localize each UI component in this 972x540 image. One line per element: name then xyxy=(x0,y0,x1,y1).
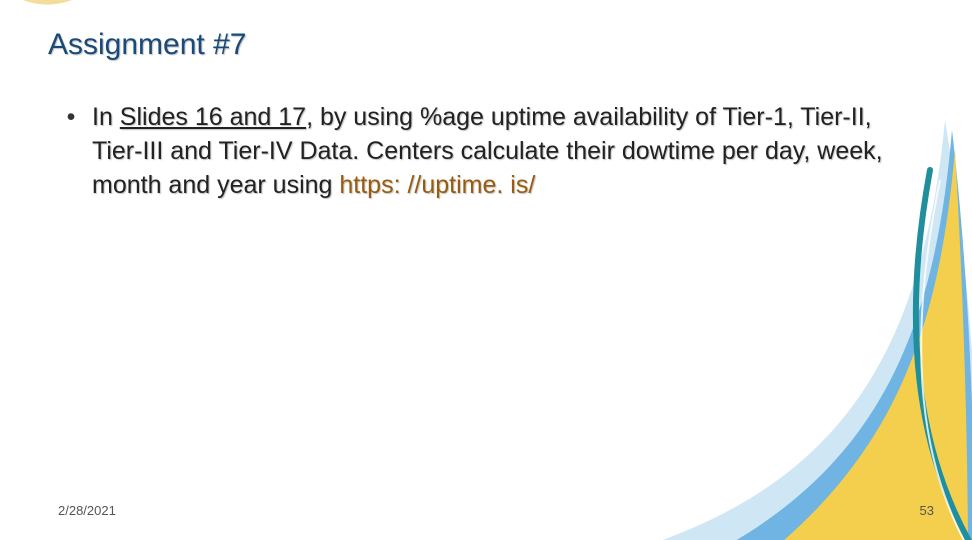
slide-title: Assignment #7 xyxy=(48,28,246,62)
bullet-text: In Slides 16 and 17, by using %age uptim… xyxy=(92,100,902,202)
bullet-underlined: Slides 16 and 17 xyxy=(120,103,306,131)
decorative-swoosh xyxy=(0,0,972,540)
slide-body: • In Slides 16 and 17, by using %age upt… xyxy=(60,100,902,202)
footer-page-number: 53 xyxy=(920,503,934,518)
bullet-lead: In xyxy=(92,103,120,131)
bullet-link: https: //uptime. is/ xyxy=(339,171,535,199)
footer-date: 2/28/2021 xyxy=(58,503,116,518)
bullet-marker: • xyxy=(64,100,78,134)
slide: Assignment #7 • In Slides 16 and 17, by … xyxy=(0,0,972,540)
bullet-item: • In Slides 16 and 17, by using %age upt… xyxy=(60,100,902,202)
